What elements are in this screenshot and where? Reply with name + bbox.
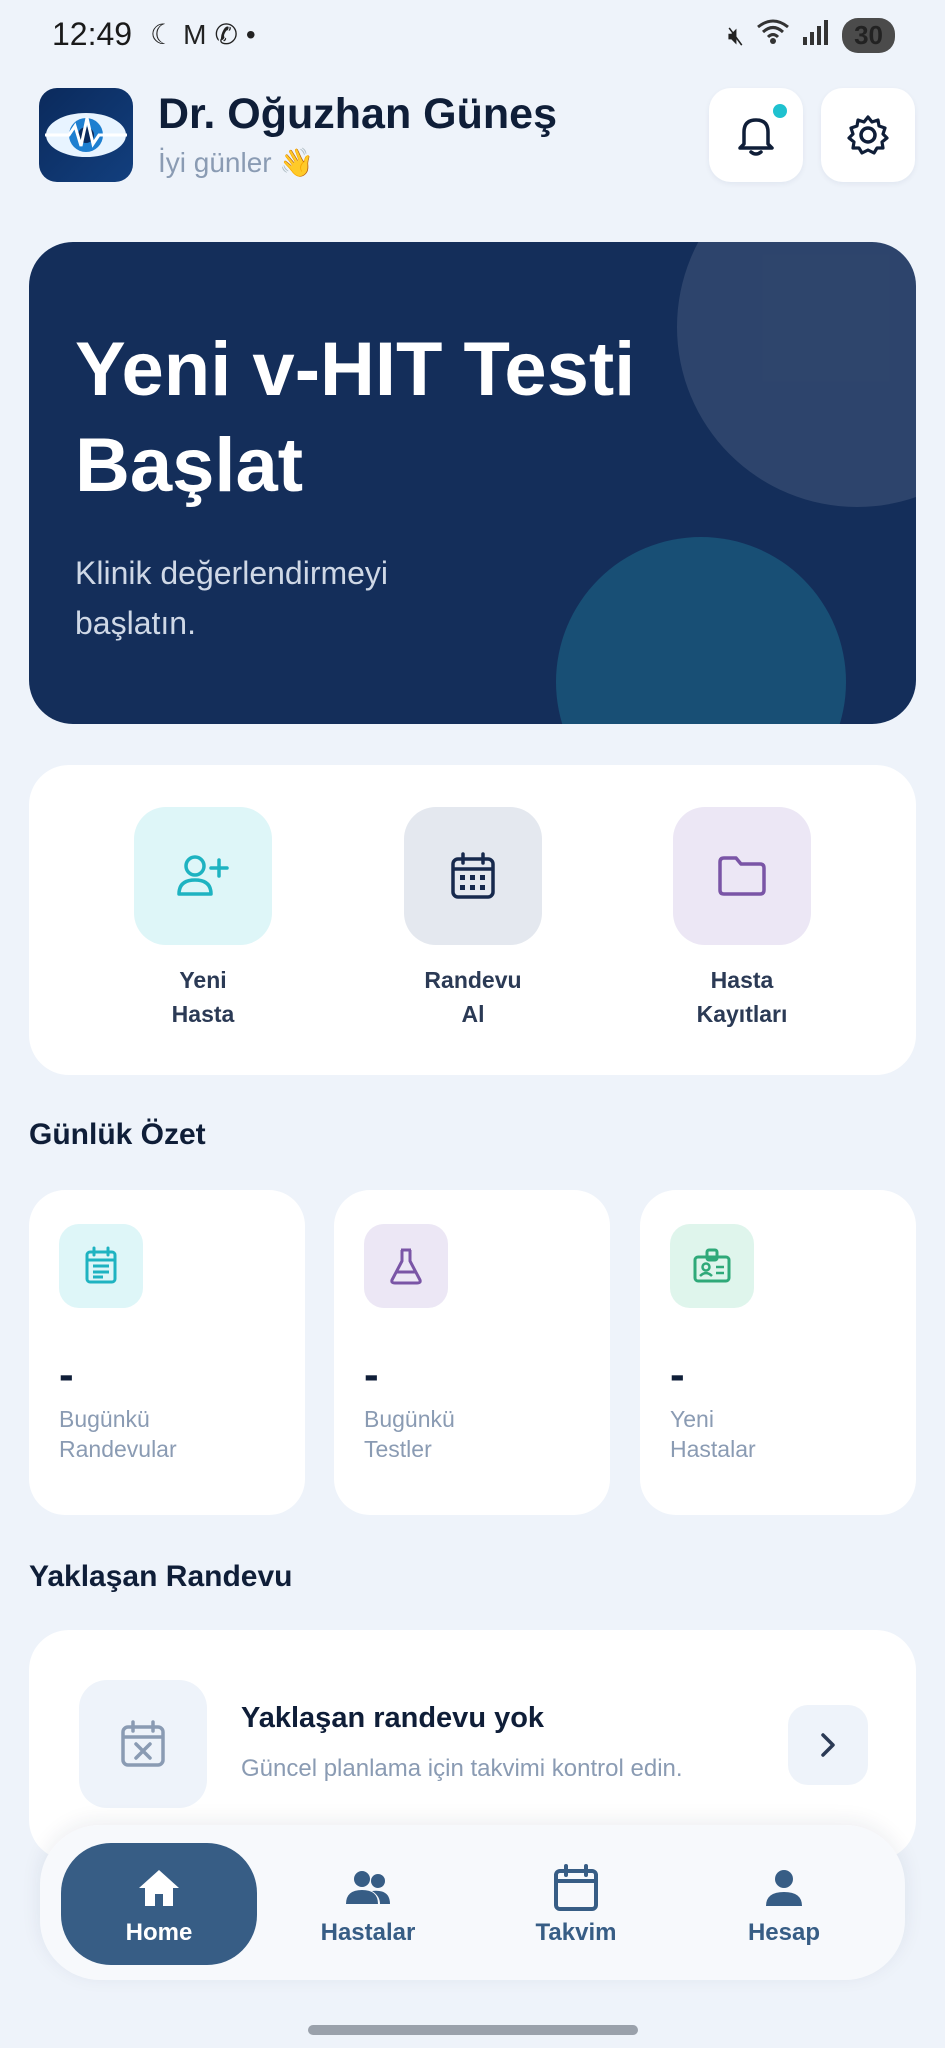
id-card-icon bbox=[670, 1224, 754, 1308]
doctor-name: Dr. Oğuzhan Güneş bbox=[158, 90, 557, 138]
stat-label: Yeni Hastalar bbox=[670, 1406, 756, 1462]
nav-account[interactable]: Hesap bbox=[686, 1843, 882, 1965]
flask-icon bbox=[364, 1224, 448, 1308]
nav-label: Hastalar bbox=[320, 1919, 416, 1946]
nav-label: Home bbox=[125, 1919, 193, 1946]
stat-card-new-patients[interactable]: - Yeni Hastalar bbox=[640, 1190, 916, 1515]
stat-value: - bbox=[670, 1350, 685, 1399]
quick-actions-card: Yeni Hasta Randevu Al Hasta Kayıtları bbox=[29, 765, 916, 1075]
new-patient-label: Yeni Hasta bbox=[171, 967, 235, 1027]
mute-icon: 🔇︎ bbox=[727, 19, 745, 50]
hero-decoration-circle bbox=[556, 537, 846, 724]
nav-calendar[interactable]: Takvim bbox=[478, 1843, 674, 1965]
status-notification-icons: ☾ M ✆ • bbox=[150, 18, 256, 51]
nav-home[interactable]: Home bbox=[61, 1843, 257, 1965]
nav-patients[interactable]: Hastalar bbox=[270, 1843, 466, 1965]
calendar-icon bbox=[478, 1863, 674, 1913]
nav-label: Takvim bbox=[535, 1919, 617, 1946]
battery-indicator: 30 bbox=[842, 18, 895, 53]
gmail-icon: M bbox=[183, 18, 207, 50]
clipboard-icon bbox=[59, 1224, 143, 1308]
calendar-icon bbox=[404, 807, 542, 945]
stat-value: - bbox=[59, 1350, 74, 1399]
wifi-icon bbox=[756, 19, 790, 52]
upcoming-empty-title: Yaklaşan randevu yok bbox=[241, 1702, 545, 1734]
new-patient-button[interactable]: Yeni Hasta bbox=[93, 807, 313, 1031]
chevron-right-icon bbox=[821, 1733, 835, 1757]
patient-records-button[interactable]: Hasta Kayıtları bbox=[632, 807, 852, 1031]
user-plus-icon bbox=[134, 807, 272, 945]
person-icon bbox=[686, 1863, 882, 1913]
patient-records-label: Hasta Kayıtları bbox=[696, 967, 788, 1027]
home-indicator[interactable] bbox=[308, 2025, 638, 2035]
bell-icon bbox=[738, 118, 774, 156]
nav-label: Hesap bbox=[747, 1919, 821, 1946]
new-test-hero-card[interactable]: Yeni v-HIT Testi Başlat Klinik değerlend… bbox=[29, 242, 916, 724]
bottom-navigation: Home Hastalar Takvim Hesap bbox=[40, 1825, 905, 1980]
daily-summary-title: Günlük Özet bbox=[29, 1118, 206, 1151]
book-appointment-label: Randevu Al bbox=[424, 967, 522, 1027]
notifications-button[interactable] bbox=[709, 88, 803, 182]
whatsapp-icon: ✆ bbox=[214, 19, 238, 50]
greeting-text: İyi günler 👋 bbox=[158, 147, 315, 178]
hero-title: Yeni v-HIT Testi Başlat bbox=[75, 327, 636, 508]
open-calendar-button[interactable] bbox=[788, 1705, 868, 1785]
eye-icon bbox=[45, 113, 127, 157]
folder-icon bbox=[673, 807, 811, 945]
moon-icon: ☾ bbox=[150, 19, 176, 50]
stat-label: Bugünkü Testler bbox=[364, 1406, 455, 1462]
status-time: 12:49 bbox=[52, 16, 133, 52]
stat-card-tests[interactable]: - Bugünkü Testler bbox=[334, 1190, 610, 1515]
signal-icon bbox=[802, 19, 830, 52]
dot-icon: • bbox=[245, 18, 256, 50]
hero-subtitle: Klinik değerlendirmeyi başlatın. bbox=[75, 555, 389, 641]
gear-icon bbox=[847, 115, 889, 155]
notification-dot bbox=[773, 104, 787, 118]
stat-card-appointments[interactable]: - Bugünkü Randevular bbox=[29, 1190, 305, 1515]
upcoming-appointment-title: Yaklaşan Randevu bbox=[29, 1560, 293, 1593]
users-icon bbox=[270, 1863, 466, 1913]
book-appointment-button[interactable]: Randevu Al bbox=[363, 807, 583, 1031]
stat-label: Bugünkü Randevular bbox=[59, 1406, 177, 1462]
home-icon bbox=[61, 1863, 257, 1913]
status-bar: 12:49 ☾ M ✆ • 🔇︎ 30 bbox=[0, 0, 945, 72]
stat-value: - bbox=[364, 1350, 379, 1399]
upcoming-empty-subtitle: Güncel planlama için takvimi kontrol edi… bbox=[241, 1755, 683, 1782]
status-system-icons: 🔇︎ 30 bbox=[728, 18, 895, 53]
settings-button[interactable] bbox=[821, 88, 915, 182]
calendar-x-icon bbox=[79, 1680, 207, 1808]
app-logo bbox=[39, 88, 133, 182]
